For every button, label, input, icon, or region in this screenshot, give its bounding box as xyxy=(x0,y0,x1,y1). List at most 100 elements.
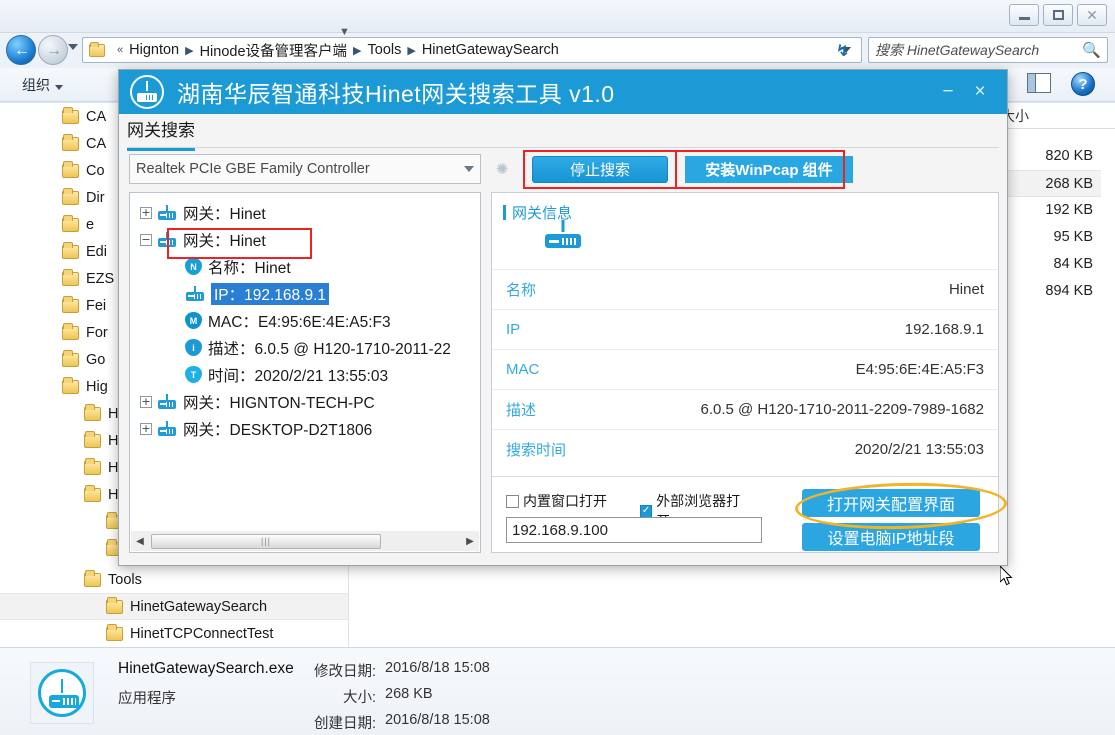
refresh-icon[interactable]: ↯ xyxy=(836,41,849,61)
search-input[interactable]: 搜索 HinetGatewaySearch 🔍 xyxy=(868,37,1108,63)
gateway-tree-node[interactable]: MMAC：E4:95:6E:4E:A5:F3 xyxy=(130,307,480,334)
folder-icon xyxy=(62,353,79,367)
app-close-button[interactable]: × xyxy=(965,77,995,107)
gateway-tree[interactable]: +网关：Hinet − 网关：HinetN名称：Hinet IP：192.168.9.… xyxy=(130,193,480,530)
gateway-info-row: 名称Hinet xyxy=(492,269,998,309)
folder-icon xyxy=(62,245,79,259)
nav-tree-item-label: H xyxy=(108,406,118,422)
tree-horizontal-scrollbar[interactable]: ◀ ||| ▶ xyxy=(131,531,479,551)
gateway-info-rows: 名称HinetIP192.168.9.1MACE4:95:6E:4E:A5:F3… xyxy=(492,269,998,469)
gateway-tree-node-label: 网关：Hinet xyxy=(183,229,266,251)
gateway-tree-node[interactable]: N名称：Hinet xyxy=(130,253,480,280)
scrollbar-thumb[interactable]: ||| xyxy=(151,534,381,549)
breadcrumb-item-0[interactable]: Hignton xyxy=(129,42,179,58)
recent-pages-chevron-icon[interactable] xyxy=(68,44,78,50)
nav-scroll-down-icon[interactable]: ▼ xyxy=(338,26,351,42)
ip-address-input[interactable]: 192.168.9.100 xyxy=(506,517,762,543)
chevron-down-icon xyxy=(464,166,474,172)
scroll-right-arrow-icon[interactable]: ▶ xyxy=(461,536,479,547)
tab-gateway-search[interactable]: 网关搜索 xyxy=(127,116,195,151)
chevron-down-icon xyxy=(55,85,63,90)
nav-tree-item[interactable]: HinetTCPConnectTest xyxy=(0,620,348,647)
nav-tree-item[interactable]: HinetGatewaySearch xyxy=(0,593,348,620)
nav-tree-item-label: e xyxy=(86,217,94,233)
scroll-left-arrow-icon[interactable]: ◀ xyxy=(131,536,149,547)
help-icon: ? xyxy=(1078,76,1087,93)
router-icon xyxy=(157,394,177,409)
folder-icon xyxy=(106,600,123,614)
nav-tree-item-label: Dir xyxy=(86,190,105,206)
minimize-button[interactable] xyxy=(1009,4,1039,26)
back-arrow-icon: ← xyxy=(7,36,37,66)
explorer-titlebar: ✕ xyxy=(0,0,1115,33)
router-icon xyxy=(157,205,177,220)
gateway-info-row: 描述6.0.5 @ H120-1710-2011-2209-7989-1682 xyxy=(492,389,998,429)
breadcrumb-sep-2: ▶ xyxy=(407,44,415,57)
screen: ✕ ← → « Hignton ▶ Hinode设备管理客户端 ▶ Tools … xyxy=(0,0,1115,735)
folder-icon xyxy=(84,434,101,448)
help-button[interactable]: ? xyxy=(1071,72,1095,96)
install-winpcap-button[interactable]: 安装WinPcap 组件 xyxy=(685,156,853,183)
back-button[interactable]: ← xyxy=(6,35,36,65)
nav-tree-item[interactable]: Tools xyxy=(0,566,348,593)
internal-window-label: 内置窗口打开 xyxy=(523,491,607,511)
detail-modified-label: 修改日期: xyxy=(280,660,376,681)
internal-window-checkbox[interactable]: 内置窗口打开 xyxy=(506,491,607,511)
maximize-button[interactable] xyxy=(1043,4,1073,26)
nav-tree-item-label: EZS xyxy=(86,271,114,287)
organize-label: 组织 xyxy=(22,77,50,93)
gateway-tree-node[interactable]: T 时间：2020/2/21 13:55:03 xyxy=(130,361,480,388)
gateway-tree-node-label: IP：192.168.9.1 xyxy=(211,283,329,305)
nav-tree-item-label: Edi xyxy=(86,244,107,260)
gateway-info-value: 192.168.9.1 xyxy=(905,321,984,338)
app-minimize-button[interactable]: − xyxy=(933,77,963,107)
nav-tree-item-label: CA xyxy=(86,109,106,125)
time-pin-icon: T xyxy=(185,366,202,383)
nav-tree-item-label: Fei xyxy=(86,298,106,314)
gateway-tree-node[interactable]: − 网关：Hinet xyxy=(130,226,480,253)
router-logo-icon xyxy=(130,75,164,109)
detail-created-value: 2016/8/18 15:08 xyxy=(385,712,490,728)
folder-icon xyxy=(62,326,79,340)
gateway-tree-node-label: MAC：E4:95:6E:4E:A5:F3 xyxy=(208,310,391,332)
forward-button[interactable]: → xyxy=(38,35,68,65)
navigation-pane-bottom[interactable]: Tools HinetGatewaySearch HinetTCPConnectTe… xyxy=(0,566,348,647)
app-body: 网关搜索 Realtek PCIe GBE Family Controller … xyxy=(119,114,1007,565)
breadcrumb-item-1[interactable]: Hinode设备管理客户端 xyxy=(200,40,347,61)
nav-tree-item-label: CA xyxy=(86,136,106,152)
collapse-icon[interactable]: − xyxy=(140,234,152,246)
breadcrumb-item-2[interactable]: Tools xyxy=(368,42,402,58)
gateway-info-panel: 网关信息 名称HinetIP192.168.9.1MACE4:95:6E:4E:… xyxy=(491,192,999,553)
gateway-tree-node[interactable]: +网关：HIGNTON-TECH-PC xyxy=(130,388,480,415)
folder-icon xyxy=(89,44,105,57)
gateway-tree-node[interactable]: +网关：DESKTOP-D2T1806 xyxy=(130,415,480,442)
expand-icon[interactable]: + xyxy=(140,423,152,435)
info-pin-icon: i xyxy=(185,339,202,356)
stop-search-button[interactable]: 停止搜索 xyxy=(532,156,668,183)
gateway-tree-node[interactable]: IP：192.168.9.1 xyxy=(130,280,480,307)
nav-tree-item-label: HinetGatewaySearch xyxy=(130,599,267,615)
gateway-tree-node[interactable]: i描述：6.0.5 @ H120-1710-2011-22 xyxy=(130,334,480,361)
address-bar[interactable]: « Hignton ▶ Hinode设备管理客户端 ▶ Tools ▶ Hine… xyxy=(82,37,862,63)
nav-tree-item-label: H xyxy=(108,487,118,503)
expand-icon[interactable]: + xyxy=(140,207,152,219)
folder-icon xyxy=(62,110,79,124)
folder-icon xyxy=(106,627,123,641)
gateway-tree-node[interactable]: +网关：Hinet xyxy=(130,199,480,226)
organize-button[interactable]: 组织 xyxy=(22,75,63,95)
breadcrumb-prefix: « xyxy=(117,44,123,56)
breadcrumb-item-3[interactable]: HinetGatewaySearch xyxy=(422,42,559,58)
set-pc-ip-range-button[interactable]: 设置电脑IP地址段 xyxy=(802,523,980,551)
gateway-tree-node-label: 时间：2020/2/21 13:55:03 xyxy=(208,364,388,386)
expand-icon[interactable]: + xyxy=(140,396,152,408)
folder-icon xyxy=(84,488,101,502)
close-button[interactable]: ✕ xyxy=(1077,4,1107,26)
folder-icon xyxy=(62,299,79,313)
folder-icon xyxy=(62,380,79,394)
column-header-size[interactable]: 大小 xyxy=(995,103,1115,129)
gateway-tree-panel[interactable]: +网关：Hinet − 网关：HinetN名称：Hinet IP：192.168.9.… xyxy=(129,192,481,553)
open-gateway-config-button[interactable]: 打开网关配置界面 xyxy=(802,489,980,517)
adapter-select[interactable]: Realtek PCIe GBE Family Controller xyxy=(129,154,481,184)
preview-pane-button[interactable] xyxy=(1027,73,1055,96)
maximize-icon xyxy=(1053,10,1064,20)
